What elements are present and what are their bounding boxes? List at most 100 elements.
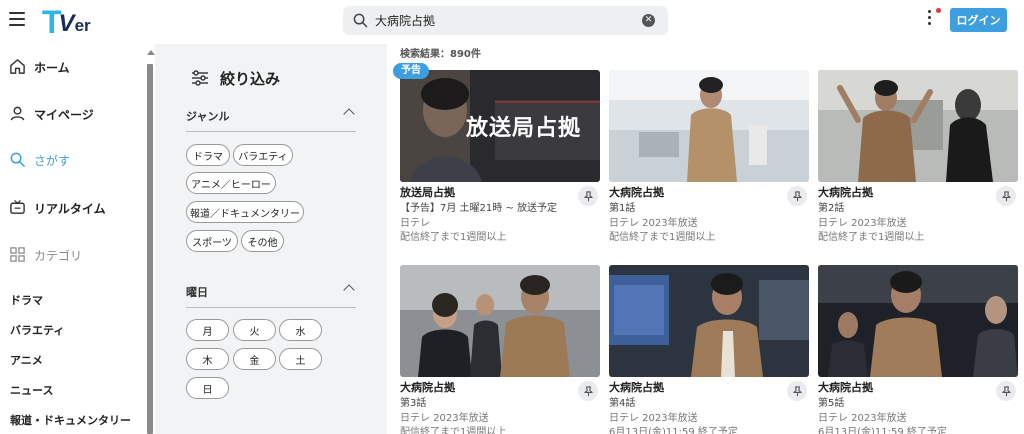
genre-title: ジャンル <box>186 110 230 123</box>
favorite-button[interactable] <box>787 186 807 206</box>
result-card[interactable]: 大病院占拠 第5話 日テレ 2023年放送 6月13日(金)11:59 終了予定 <box>818 265 1018 434</box>
result-card[interactable]: 大病院占拠 第2話 日テレ 2023年放送 配信終了まで1週間以上 <box>818 70 1018 245</box>
thumbnail-image <box>609 265 809 377</box>
pin-icon <box>792 385 802 396</box>
notification-dot <box>936 8 941 13</box>
category-variety[interactable]: バラエティ <box>10 322 64 338</box>
scrollbar[interactable] <box>145 44 155 434</box>
card-title: 大病院占拠 <box>818 186 873 199</box>
card-broadcaster: 日テレ 2023年放送 <box>609 218 698 229</box>
thumbnail-image <box>400 265 600 377</box>
nav-label: マイページ <box>34 108 94 122</box>
card-availability: 配信終了まで1週間以上 <box>818 232 925 243</box>
filter-title: 絞り込み <box>220 70 281 88</box>
favorite-button[interactable] <box>996 186 1016 206</box>
person-icon <box>10 106 25 121</box>
scroll-up-arrow-icon[interactable] <box>147 50 155 55</box>
nav-item-category[interactable]: カテゴリ <box>0 240 145 270</box>
genre-chip-documentary[interactable]: 報道／ドキュメンタリー <box>186 201 304 223</box>
grid-icon <box>10 247 25 262</box>
pin-icon <box>583 385 593 396</box>
result-card[interactable]: 放送局占拠 放送局占拠 【予告】7月 土曜21時 ~ 放送予定 日テレ 配信終了… <box>400 70 600 245</box>
result-card[interactable]: 大病院占拠 第3話 日テレ 2023年放送 配信終了まで1週間以上 <box>400 265 600 434</box>
card-broadcaster: 日テレ 2023年放送 <box>818 218 907 229</box>
chevron-up-icon <box>343 108 355 120</box>
favorite-button[interactable] <box>996 381 1016 401</box>
weekday-chip-wed[interactable]: 水 <box>279 319 322 341</box>
card-subtitle: 【予告】7月 土曜21時 ~ 放送予定 <box>400 203 558 214</box>
genre-chip-drama[interactable]: ドラマ <box>186 144 230 166</box>
filter-panel: 絞り込み ジャンル ドラマ バラエティ アニメ／ヒーロー 報道／ドキュメンタリー… <box>155 44 387 434</box>
genre-chip-sports[interactable]: スポーツ <box>186 230 238 252</box>
card-title: 大病院占拠 <box>818 381 873 394</box>
card-title: 大病院占拠 <box>609 381 664 394</box>
left-navigation: ホーム マイページ さがす リアルタイム カテゴリ ドラマ バラエティ アニメ … <box>0 44 145 434</box>
nav-label: ホーム <box>34 61 70 75</box>
scrollbar-thumb[interactable] <box>147 64 153 434</box>
home-icon <box>10 59 25 74</box>
header: TVer ✕ ログイン <box>0 0 1024 44</box>
search-input[interactable] <box>375 10 635 31</box>
thumbnail-image <box>818 265 1018 377</box>
weekday-section-header[interactable]: 曜日 <box>186 284 356 308</box>
weekday-title: 曜日 <box>186 286 208 299</box>
card-subtitle: 第2話 <box>818 203 845 214</box>
preview-badge: 予告 <box>393 63 429 79</box>
card-availability: 配信終了まで1週間以上 <box>400 427 507 434</box>
weekday-chip-mon[interactable]: 月 <box>186 319 229 341</box>
thumbnail-title-overlay: 放送局占拠 <box>466 116 582 141</box>
genre-chip-variety[interactable]: バラエティ <box>233 144 293 166</box>
result-card[interactable]: 大病院占拠 第4話 日テレ 2023年放送 6月13日(金)11:59 終了予定 <box>609 265 809 434</box>
weekday-chip-tue[interactable]: 火 <box>233 319 276 341</box>
result-count: 検索結果：890件 <box>400 49 481 60</box>
card-broadcaster: 日テレ 2023年放送 <box>818 413 907 424</box>
card-availability: 配信終了まで1週間以上 <box>609 232 716 243</box>
filter-icon <box>192 70 208 86</box>
card-broadcaster: 日テレ <box>400 218 430 229</box>
genre-section-header[interactable]: ジャンル <box>186 108 356 132</box>
nav-item-mypage[interactable]: マイページ <box>0 99 145 129</box>
nav-item-search[interactable]: さがす <box>0 145 145 175</box>
nav-item-home[interactable]: ホーム <box>0 52 145 82</box>
weekday-chip-sat[interactable]: 土 <box>279 348 322 370</box>
search-icon <box>10 152 25 167</box>
clear-search-icon[interactable]: ✕ <box>642 14 655 27</box>
category-anime[interactable]: アニメ <box>10 352 43 368</box>
tver-logo[interactable]: T Ver <box>42 4 91 38</box>
search-icon <box>353 13 368 28</box>
weekday-chip-thu[interactable]: 木 <box>186 348 229 370</box>
pin-icon <box>583 190 593 201</box>
card-availability: 配信終了まで1週間以上 <box>400 232 507 243</box>
thumbnail-image <box>609 70 809 182</box>
nav-label: カテゴリ <box>34 249 83 263</box>
card-title: 放送局占拠 <box>400 186 455 199</box>
card-broadcaster: 日テレ 2023年放送 <box>400 413 489 424</box>
weekday-chip-fri[interactable]: 金 <box>233 348 276 370</box>
category-news[interactable]: ニュース <box>10 382 53 398</box>
genre-chip-anime[interactable]: アニメ／ヒーロー <box>186 172 276 194</box>
card-subtitle: 第1話 <box>609 203 636 214</box>
favorite-button[interactable] <box>578 186 598 206</box>
pin-icon <box>1001 190 1011 201</box>
tv-icon <box>10 199 25 214</box>
favorite-button[interactable] <box>578 381 598 401</box>
thumbnail-image: 放送局占拠 <box>400 70 600 182</box>
category-documentary[interactable]: 報道・ドキュメンタリー <box>10 412 131 428</box>
favorite-button[interactable] <box>787 381 807 401</box>
genre-chip-other[interactable]: その他 <box>241 230 284 252</box>
more-options-icon[interactable] <box>922 10 936 32</box>
card-availability: 6月13日(金)11:59 終了予定 <box>609 427 738 434</box>
nav-item-realtime[interactable]: リアルタイム <box>0 193 145 223</box>
card-title: 大病院占拠 <box>400 381 455 394</box>
login-button[interactable]: ログイン <box>950 8 1007 32</box>
weekday-chip-sun[interactable]: 日 <box>186 377 229 399</box>
card-availability: 6月13日(金)11:59 終了予定 <box>818 427 947 434</box>
card-subtitle: 第5話 <box>818 398 845 409</box>
category-drama[interactable]: ドラマ <box>10 292 43 308</box>
search-box[interactable]: ✕ <box>343 6 668 35</box>
menu-icon[interactable] <box>9 12 25 26</box>
pin-icon <box>1001 385 1011 396</box>
nav-label: さがす <box>34 154 71 168</box>
result-card[interactable]: 大病院占拠 第1話 日テレ 2023年放送 配信終了まで1週間以上 <box>609 70 809 245</box>
nav-label: リアルタイム <box>34 202 106 216</box>
